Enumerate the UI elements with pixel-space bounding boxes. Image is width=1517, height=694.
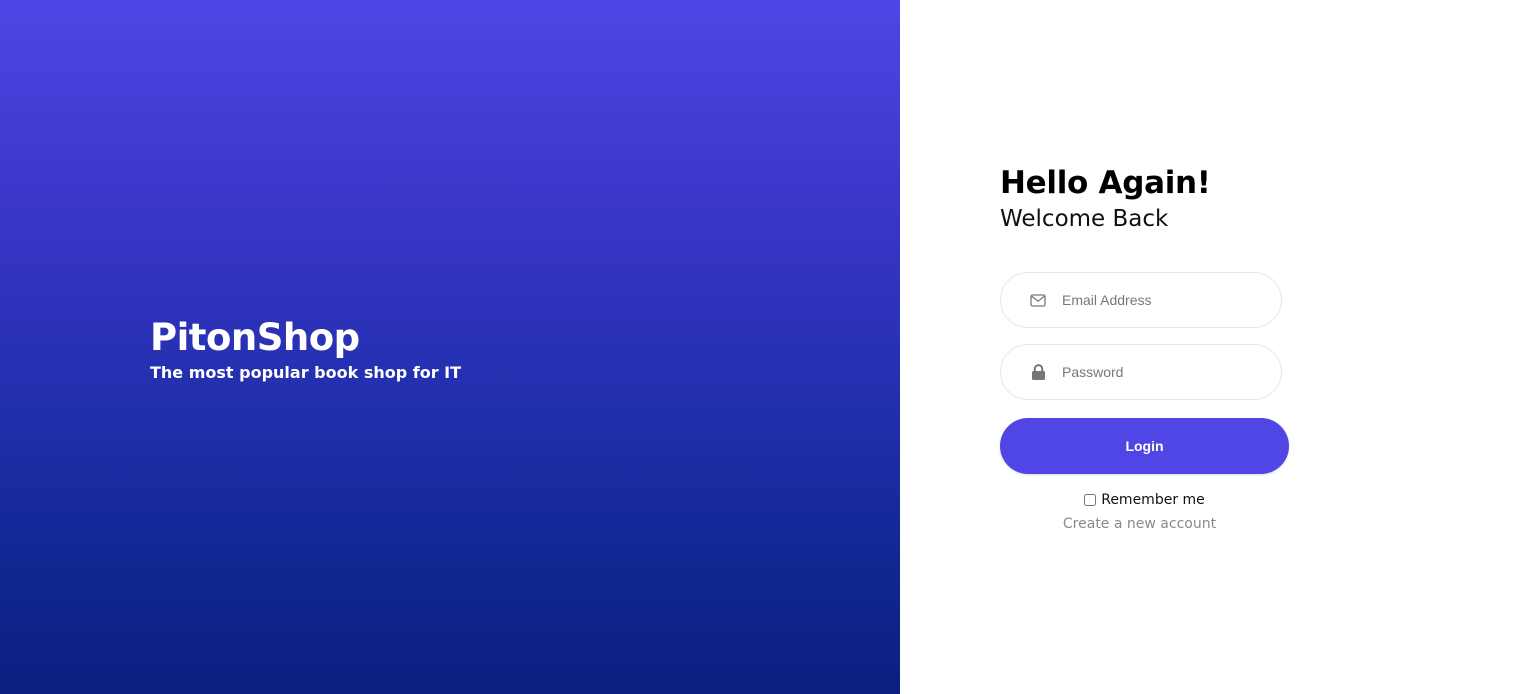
brand-tagline: The most popular book shop for IT xyxy=(150,363,462,382)
create-account-link[interactable]: Create a new account xyxy=(1000,516,1279,532)
form-subtitle: Welcome Back xyxy=(1000,206,1169,232)
email-field[interactable] xyxy=(1000,272,1282,328)
remember-me[interactable]: Remember me xyxy=(1000,492,1289,508)
remember-me-label: Remember me xyxy=(1101,492,1205,508)
hero-panel: PitonShop The most popular book shop for… xyxy=(0,0,900,694)
lock-icon xyxy=(1029,363,1047,381)
remember-me-checkbox[interactable] xyxy=(1084,494,1097,506)
email-input[interactable] xyxy=(1062,292,1252,308)
login-button[interactable]: Login xyxy=(1000,418,1289,474)
password-input[interactable] xyxy=(1062,364,1252,380)
login-form: Hello Again! Welcome Back Email Address … xyxy=(1000,164,1290,532)
password-field[interactable] xyxy=(1000,344,1282,400)
login-panel: Hello Again! Welcome Back Email Address … xyxy=(900,0,1517,694)
brand-title: PitonShop xyxy=(150,316,360,359)
envelope-icon xyxy=(1029,291,1047,309)
form-title: Hello Again! xyxy=(1000,165,1211,201)
brand-block: PitonShop The most popular book shop for… xyxy=(150,316,461,383)
login-page: PitonShop The most popular book shop for… xyxy=(0,0,1517,694)
